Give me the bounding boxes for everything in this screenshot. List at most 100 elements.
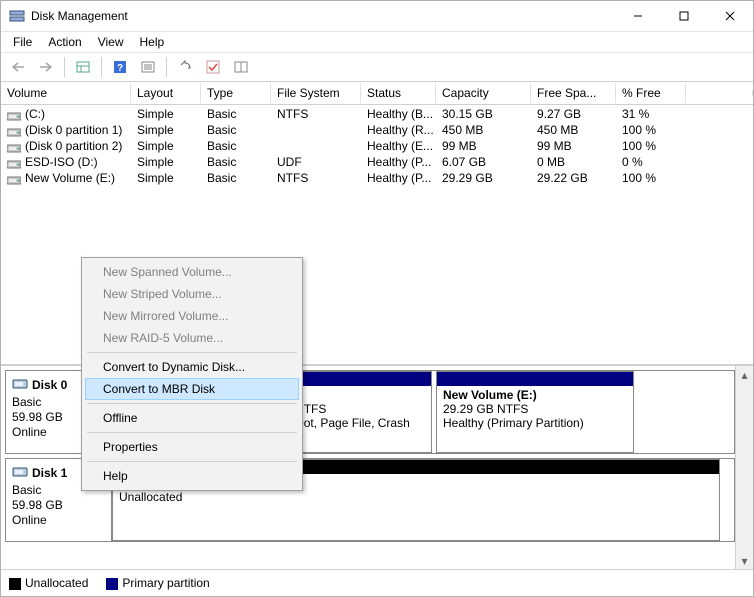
disk-size: 59.98 GB bbox=[12, 498, 105, 512]
refresh-button[interactable] bbox=[172, 54, 198, 80]
menu-file[interactable]: File bbox=[7, 33, 38, 51]
legend-unallocated: Unallocated bbox=[9, 576, 88, 590]
maximize-button[interactable] bbox=[661, 1, 707, 31]
volume-fs: UDF bbox=[271, 155, 361, 169]
volume-name: (Disk 0 partition 1) bbox=[1, 123, 131, 137]
volume-type: Basic bbox=[201, 107, 271, 121]
menu-item: New RAID-5 Volume... bbox=[85, 327, 299, 349]
volume-row[interactable]: (Disk 0 partition 2)SimpleBasicHealthy (… bbox=[1, 138, 753, 154]
volume-pct: 100 % bbox=[616, 171, 686, 185]
menu-action[interactable]: Action bbox=[42, 33, 87, 51]
menu-item[interactable]: Convert to Dynamic Disk... bbox=[85, 356, 299, 378]
volume-status: Healthy (E... bbox=[361, 139, 436, 153]
scroll-down-icon[interactable]: ▾ bbox=[736, 552, 753, 569]
check-button[interactable] bbox=[200, 54, 226, 80]
menu-item[interactable]: Convert to MBR Disk bbox=[85, 378, 299, 400]
volume-pct: 100 % bbox=[616, 139, 686, 153]
menu-view[interactable]: View bbox=[92, 33, 130, 51]
back-button[interactable] bbox=[5, 54, 31, 80]
col-status[interactable]: Status bbox=[361, 83, 436, 103]
partition-text: New Volume (E:)29.29 GB NTFSHealthy (Pri… bbox=[437, 386, 633, 432]
scroll-up-icon[interactable]: ▴ bbox=[736, 366, 753, 383]
menu-separator bbox=[87, 461, 297, 462]
toolbar: ? bbox=[1, 52, 753, 82]
volume-free: 29.22 GB bbox=[531, 171, 616, 185]
disk-scrollbar[interactable]: ▴ ▾ bbox=[735, 366, 753, 569]
toolbar-separator bbox=[64, 57, 65, 77]
col-free[interactable]: Free Spa... bbox=[531, 83, 616, 103]
disk-status: Online bbox=[12, 513, 105, 527]
col-layout[interactable]: Layout bbox=[131, 83, 201, 103]
volume-free: 450 MB bbox=[531, 123, 616, 137]
partition[interactable]: New Volume (E:)29.29 GB NTFSHealthy (Pri… bbox=[436, 371, 634, 453]
context-menu[interactable]: New Spanned Volume...New Striped Volume.… bbox=[81, 257, 303, 491]
volume-capacity: 29.29 GB bbox=[436, 171, 531, 185]
toolbar-separator bbox=[166, 57, 167, 77]
window-title: Disk Management bbox=[31, 9, 128, 23]
volume-row[interactable]: ESD-ISO (D:)SimpleBasicUDFHealthy (P...6… bbox=[1, 154, 753, 170]
disk-management-window: Disk Management File Action View Help ? … bbox=[0, 0, 754, 597]
volume-type: Basic bbox=[201, 123, 271, 137]
volume-free: 0 MB bbox=[531, 155, 616, 169]
volume-pct: 100 % bbox=[616, 123, 686, 137]
legend: Unallocated Primary partition bbox=[1, 569, 753, 596]
col-pct[interactable]: % Free bbox=[616, 83, 686, 103]
volume-row[interactable]: (C:)SimpleBasicNTFSHealthy (B...30.15 GB… bbox=[1, 106, 753, 122]
drive-icon bbox=[7, 174, 21, 184]
properties-button[interactable] bbox=[135, 54, 161, 80]
volume-status: Healthy (P... bbox=[361, 155, 436, 169]
volume-layout: Simple bbox=[131, 171, 201, 185]
list-button[interactable] bbox=[228, 54, 254, 80]
col-spare[interactable] bbox=[686, 90, 753, 96]
help-button[interactable]: ? bbox=[107, 54, 133, 80]
col-capacity[interactable]: Capacity bbox=[436, 83, 531, 103]
menu-item[interactable]: Help bbox=[85, 465, 299, 487]
volume-free: 9.27 GB bbox=[531, 107, 616, 121]
col-volume[interactable]: Volume bbox=[1, 83, 131, 103]
drive-icon bbox=[7, 126, 21, 136]
partition-color-bar bbox=[437, 372, 633, 386]
menu-item: New Spanned Volume... bbox=[85, 261, 299, 283]
menu-item[interactable]: Offline bbox=[85, 407, 299, 429]
volume-status: Healthy (P... bbox=[361, 171, 436, 185]
volume-type: Basic bbox=[201, 139, 271, 153]
volume-pct: 0 % bbox=[616, 155, 686, 169]
volume-layout: Simple bbox=[131, 107, 201, 121]
layout-button[interactable] bbox=[70, 54, 96, 80]
col-fs[interactable]: File System bbox=[271, 83, 361, 103]
col-type[interactable]: Type bbox=[201, 83, 271, 103]
volume-free: 99 MB bbox=[531, 139, 616, 153]
volume-row[interactable]: New Volume (E:)SimpleBasicNTFSHealthy (P… bbox=[1, 170, 753, 186]
volume-name: New Volume (E:) bbox=[1, 171, 131, 185]
volume-capacity: 30.15 GB bbox=[436, 107, 531, 121]
close-button[interactable] bbox=[707, 1, 753, 31]
drive-icon bbox=[7, 110, 21, 120]
minimize-button[interactable] bbox=[615, 1, 661, 31]
menubar: File Action View Help bbox=[1, 32, 753, 52]
volume-type: Basic bbox=[201, 171, 271, 185]
volume-fs: NTFS bbox=[271, 171, 361, 185]
svg-text:?: ? bbox=[117, 63, 123, 74]
volume-layout: Simple bbox=[131, 155, 201, 169]
menu-item[interactable]: Properties bbox=[85, 436, 299, 458]
volume-status: Healthy (B... bbox=[361, 107, 436, 121]
partition-detail: 29.29 GB NTFS bbox=[443, 402, 627, 416]
volume-capacity: 99 MB bbox=[436, 139, 531, 153]
partition-health: Unallocated bbox=[119, 490, 713, 504]
volume-name: (Disk 0 partition 2) bbox=[1, 139, 131, 153]
window-controls bbox=[615, 1, 753, 31]
menu-help[interactable]: Help bbox=[134, 33, 171, 51]
toolbar-separator bbox=[101, 57, 102, 77]
volume-row[interactable]: (Disk 0 partition 1)SimpleBasicHealthy (… bbox=[1, 122, 753, 138]
partition-volume: New Volume (E:) bbox=[443, 388, 627, 402]
partition-health: Healthy (Primary Partition) bbox=[443, 416, 627, 430]
volume-header-row: Volume Layout Type File System Status Ca… bbox=[1, 82, 753, 105]
volume-pct: 31 % bbox=[616, 107, 686, 121]
menu-separator bbox=[87, 403, 297, 404]
menu-separator bbox=[87, 432, 297, 433]
volume-capacity: 450 MB bbox=[436, 123, 531, 137]
volume-type: Basic bbox=[201, 155, 271, 169]
legend-swatch-icon bbox=[9, 578, 21, 590]
forward-button[interactable] bbox=[33, 54, 59, 80]
drive-icon bbox=[7, 142, 21, 152]
